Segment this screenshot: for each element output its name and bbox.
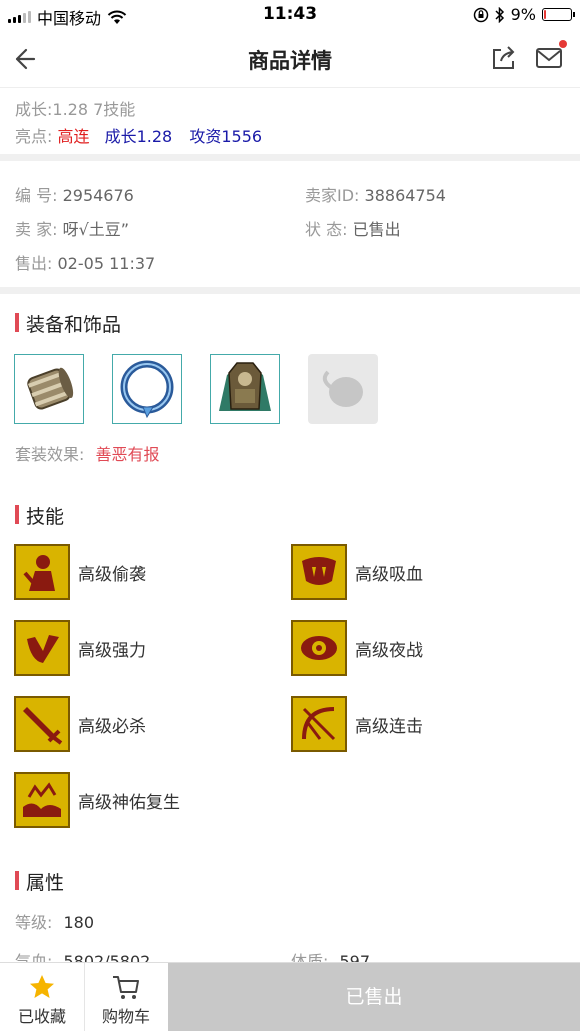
battery-icon: [542, 8, 575, 21]
con-value: 597: [339, 952, 371, 962]
favorite-button[interactable]: 已收藏: [0, 963, 84, 1031]
hp-label: 气血:: [15, 952, 53, 962]
night-battle-icon: [291, 620, 347, 676]
skill-item[interactable]: 高级偷袭: [14, 544, 146, 600]
item-id-value: 2954676: [62, 186, 134, 205]
status-label: 状 态:: [305, 220, 348, 239]
seller-id-label: 卖家ID:: [305, 186, 360, 205]
skill-item[interactable]: 高级神佑复生: [14, 772, 180, 828]
skill-item[interactable]: 高级必杀: [14, 696, 146, 752]
status-bar: 中国移动 11:43 9%: [0, 0, 580, 30]
skill-item[interactable]: 高级吸血: [291, 544, 423, 600]
share-icon[interactable]: [490, 44, 518, 72]
skill-name: 高级吸血: [355, 564, 423, 585]
skill-item[interactable]: 高级夜战: [291, 620, 423, 676]
level-row: 等级: 180: [15, 909, 94, 933]
hp-row: 气血: 5802/5802: [15, 948, 150, 962]
skill-item[interactable]: 高级连击: [291, 696, 423, 752]
highlight-tag: 攻资1556: [189, 127, 263, 146]
sneak-attack-icon: [14, 544, 70, 600]
revive-icon: [14, 772, 70, 828]
con-label: 体质:: [291, 952, 329, 962]
status-right: 9%: [473, 5, 575, 24]
cart-button[interactable]: 购物车: [84, 963, 168, 1031]
bracer-icon[interactable]: [14, 354, 84, 424]
hp-value: 5802/5802: [63, 952, 151, 962]
sold-time-row: 售出: 02-05 11:37: [15, 250, 155, 274]
skill-item[interactable]: 高级强力: [14, 620, 146, 676]
critical-icon: [14, 696, 70, 752]
section-title-skills: 技能: [15, 502, 64, 529]
set-effect-row: 套装效果: 善恶有报: [15, 441, 160, 465]
seller-id-row: 卖家ID: 38864754: [305, 182, 446, 206]
set-effect-label: 套装效果:: [15, 445, 85, 464]
battery-percent: 9%: [510, 5, 536, 24]
seller-value: 呀√土豆”: [62, 220, 130, 239]
level-value: 180: [63, 913, 95, 932]
skill-name: 高级神佑复生: [78, 792, 180, 813]
notification-dot: [559, 40, 567, 48]
growth-line: 成长:1.28 7技能: [15, 100, 136, 119]
seller-id-value: 38864754: [364, 186, 446, 205]
sold-out-button[interactable]: 已售出: [168, 963, 580, 1031]
skill-name: 高级夜战: [355, 640, 423, 661]
seller-label: 卖 家:: [15, 220, 58, 239]
seller-row: 卖 家: 呀√土豆”: [15, 216, 129, 240]
level-label: 等级:: [15, 913, 53, 932]
ring-icon[interactable]: [112, 354, 182, 424]
skill-name: 高级偷袭: [78, 564, 146, 585]
skill-name: 高级连击: [355, 716, 423, 737]
sold-time-label: 售出:: [15, 254, 53, 273]
skill-name: 高级必杀: [78, 716, 146, 737]
con-row: 体质: 597: [291, 948, 370, 962]
cart-label: 购物车: [101, 1007, 150, 1026]
status-row: 状 态: 已售出: [305, 216, 401, 240]
empty-slot-icon: [308, 354, 378, 424]
power-icon: [14, 620, 70, 676]
divider: [0, 287, 580, 294]
item-id-label: 编 号:: [15, 186, 58, 205]
vampire-icon: [291, 544, 347, 600]
combo-icon: [291, 696, 347, 752]
bluetooth-icon: [495, 6, 504, 23]
skill-name: 高级强力: [78, 640, 146, 661]
highlight-row: 亮点: 高连 成长1.28 攻资1556: [15, 123, 262, 147]
highlight-label: 亮点:: [15, 127, 53, 146]
highlight-tag: 成长1.28: [104, 127, 173, 146]
section-title-equipment: 装备和饰品: [15, 310, 121, 337]
favorite-label: 已收藏: [17, 1007, 66, 1026]
armor-icon[interactable]: [210, 354, 280, 424]
mail-button[interactable]: [534, 40, 567, 72]
section-title-attributes: 属性: [15, 868, 64, 895]
item-id-row: 编 号: 2954676: [15, 182, 134, 206]
divider: [0, 154, 580, 161]
star-icon: [30, 975, 54, 998]
highlight-tag: 高连: [57, 127, 90, 146]
nav-bar: 商品详情: [0, 30, 580, 88]
sold-time-value: 02-05 11:37: [57, 254, 156, 273]
rotation-lock-icon: [473, 7, 488, 22]
bottom-bar: 已收藏 购物车 已售出: [0, 962, 580, 1031]
cart-icon: [113, 976, 139, 999]
set-effect-value: 善恶有报: [95, 445, 160, 464]
mail-icon: [536, 48, 562, 68]
status-value: 已售出: [352, 220, 401, 239]
content-area: 成长:1.28 7技能 亮点: 高连 成长1.28 攻资1556 编 号: 29…: [0, 88, 580, 962]
